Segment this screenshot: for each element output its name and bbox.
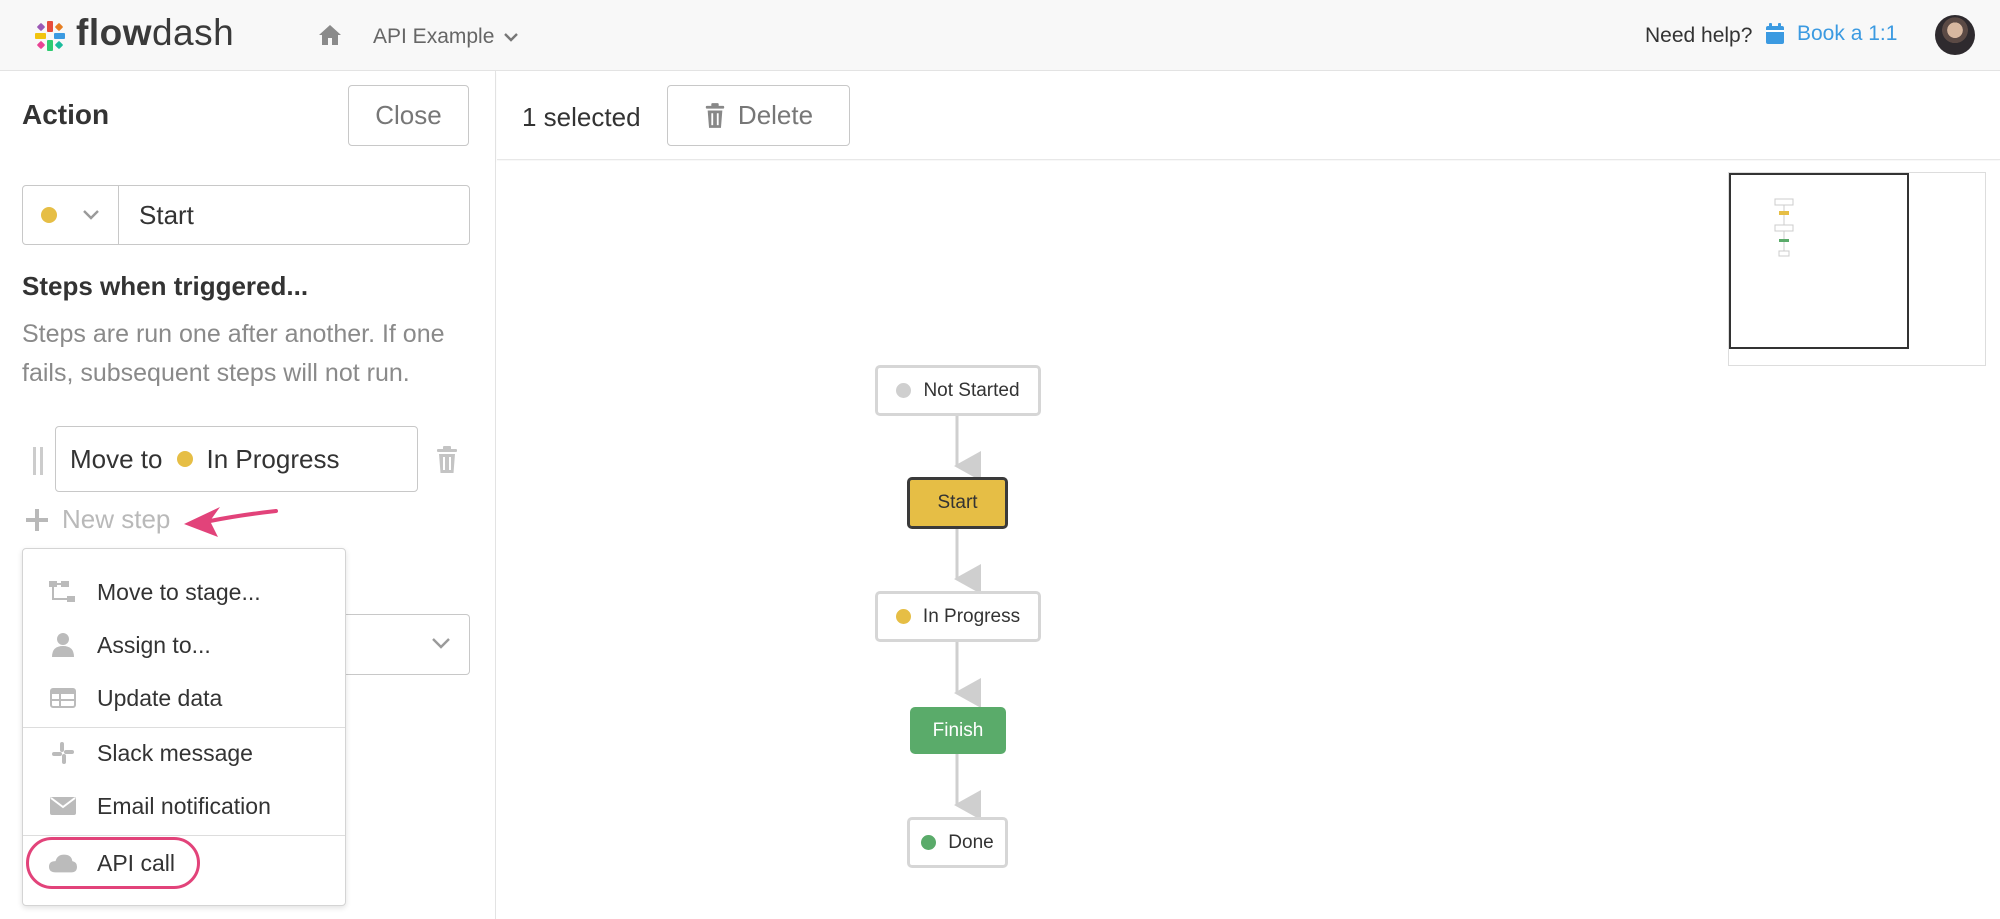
new-step-menu: Move to stage... Assign to... Update dat…	[22, 548, 346, 906]
flow-node-not-started[interactable]: Not Started	[875, 365, 1041, 416]
user-avatar[interactable]	[1935, 15, 1975, 55]
node-status-dot	[921, 835, 937, 850]
project-selector[interactable]: API Example	[373, 25, 519, 49]
node-label: Not Started	[923, 379, 1020, 401]
drag-handle-icon[interactable]	[33, 447, 43, 475]
slack-icon	[49, 741, 77, 765]
menu-item-update-data[interactable]: Update data	[23, 672, 345, 724]
step-target: In Progress	[206, 443, 340, 474]
delete-label: Delete	[737, 100, 814, 130]
menu-divider	[23, 835, 345, 836]
flow-tree-icon	[49, 580, 77, 604]
menu-item-email-notification[interactable]: Email notification	[23, 780, 345, 832]
close-button[interactable]: Close	[348, 85, 469, 146]
brand-name-part1: flow	[76, 12, 152, 53]
menu-item-slack-message[interactable]: Slack message	[23, 727, 345, 779]
new-step-button[interactable]: New step	[26, 504, 170, 535]
envelope-icon	[49, 794, 77, 818]
panel-title: Action	[22, 99, 110, 130]
chevron-down-icon	[504, 33, 519, 42]
help-text: Need help?	[1645, 24, 1753, 47]
flow-node-start[interactable]: Start	[907, 477, 1008, 529]
step-status-dot	[176, 451, 193, 467]
menu-item-label: Move to stage...	[97, 578, 261, 605]
menu-item-label: Email notification	[97, 792, 271, 819]
node-status-dot	[896, 383, 912, 398]
flow-node-done[interactable]: Done	[907, 817, 1008, 868]
flowdash-logo-icon[interactable]	[34, 20, 66, 52]
selection-count: 1 selected	[522, 102, 641, 132]
menu-item-label: Slack message	[97, 739, 253, 766]
highlight-ring	[26, 837, 200, 889]
plus-icon	[26, 508, 48, 531]
delete-step-icon[interactable]	[435, 446, 459, 474]
home-icon[interactable]	[318, 24, 342, 46]
menu-item-label: Update data	[97, 684, 223, 711]
table-icon	[49, 686, 77, 710]
step-move-to[interactable]: Move to In Progress	[55, 426, 418, 492]
top-bar: flowdash API Example Need help? Book a 1…	[0, 0, 2000, 71]
stage-name-field[interactable]: Start	[119, 186, 194, 244]
stage-selector[interactable]: Start	[22, 185, 470, 245]
delete-button[interactable]: Delete	[667, 85, 850, 146]
user-icon	[49, 633, 77, 657]
canvas-toolbar: 1 selected Delete	[497, 71, 2000, 160]
flow-node-finish[interactable]: Finish	[910, 707, 1006, 754]
steps-heading: Steps when triggered...	[22, 271, 309, 301]
flow-node-in-progress[interactable]: In Progress	[875, 591, 1041, 642]
node-label: Start	[937, 492, 978, 513]
chevron-down-icon	[83, 210, 99, 220]
node-label: Done	[948, 831, 994, 853]
calendar-icon	[1766, 23, 1784, 44]
node-label: Finish	[932, 719, 984, 741]
project-name: API Example	[373, 25, 495, 48]
stage-status-dot	[41, 207, 57, 223]
menu-item-move-to-stage[interactable]: Move to stage...	[23, 566, 345, 618]
step-prefix: Move to	[70, 443, 163, 474]
book-call-link[interactable]: Book a 1:1	[1765, 22, 1897, 46]
menu-item-assign-to[interactable]: Assign to...	[23, 619, 345, 671]
stage-color-dropdown[interactable]	[23, 186, 119, 244]
node-status-dot	[895, 609, 911, 624]
annotation-arrow-icon	[184, 507, 278, 537]
brand-name-part2: dash	[151, 12, 235, 53]
minimap-preview	[1774, 198, 1794, 257]
book-call-label: Book a 1:1	[1797, 22, 1898, 45]
menu-item-label: Assign to...	[97, 631, 211, 658]
node-label: In Progress	[922, 605, 1021, 627]
brand-logo-text[interactable]: flowdash	[76, 12, 234, 54]
new-step-label: New step	[62, 504, 171, 534]
minimap[interactable]	[1728, 172, 1986, 366]
steps-description: Steps are run one after another. If one …	[22, 320, 445, 387]
chevron-down-icon	[432, 638, 450, 649]
trash-icon	[705, 102, 725, 128]
